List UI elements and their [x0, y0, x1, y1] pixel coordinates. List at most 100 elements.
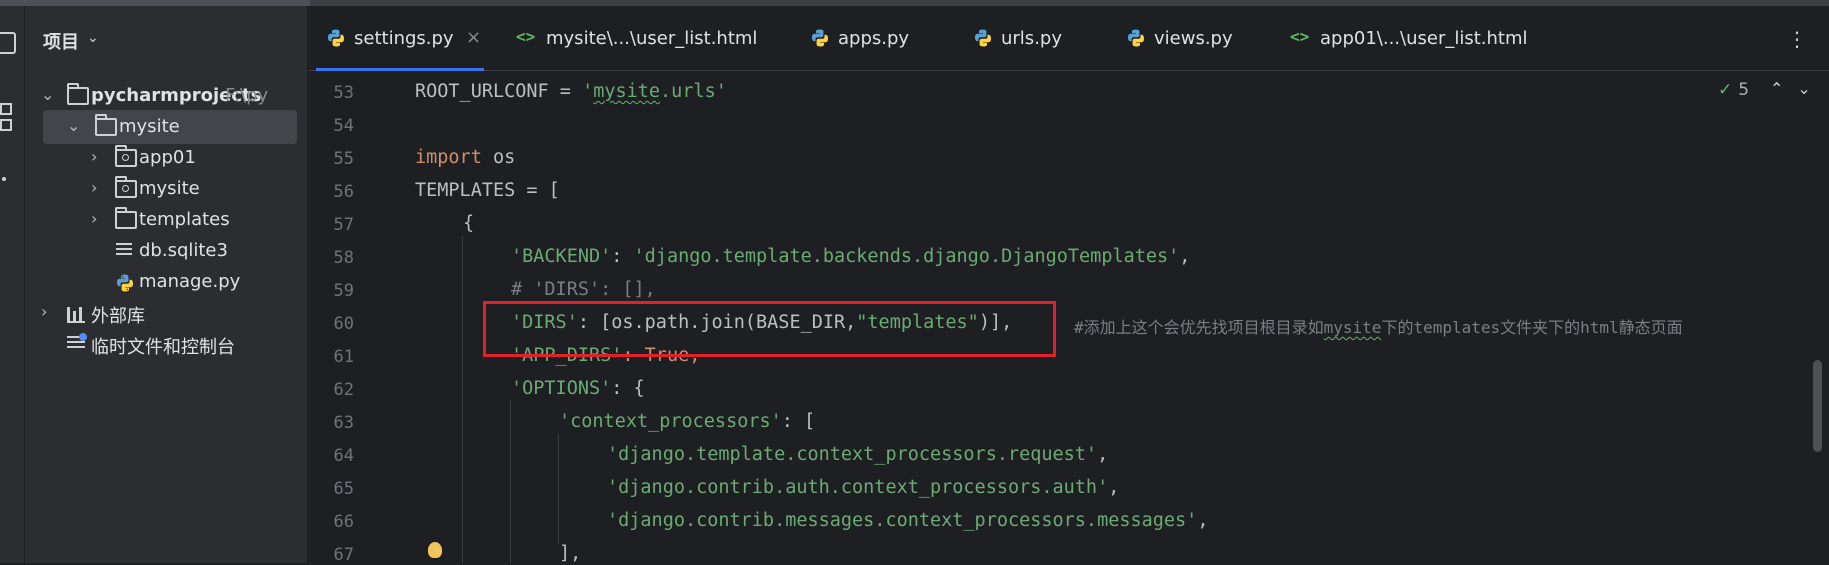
- indent-guide: [510, 400, 511, 563]
- chevron-up-icon[interactable]: ⌃: [1770, 79, 1797, 98]
- code-token: TEMPLATES = [: [415, 180, 560, 201]
- chevron-right-icon[interactable]: ›: [91, 178, 97, 197]
- line-number: 67: [333, 545, 354, 565]
- code-line-62: 'OPTIONS': {: [511, 378, 645, 399]
- tab-mysite-user-list-html[interactable]: <> mysite\...\user_list.html: [516, 6, 757, 70]
- code-token: ,: [1197, 510, 1209, 531]
- more-options-icon[interactable]: ⋮: [1787, 27, 1807, 51]
- line-number: 63: [333, 413, 354, 433]
- python-file-icon: [328, 29, 344, 47]
- tree-item-db-sqlite3[interactable]: db.sqlite3: [25, 234, 307, 268]
- tree-item-manage-py[interactable]: manage.py: [25, 265, 307, 299]
- line-number: 60: [333, 314, 354, 334]
- more-tools-icon[interactable]: [2, 177, 6, 181]
- indent-guide: [558, 434, 559, 544]
- vertical-scrollbar[interactable]: [1813, 360, 1822, 452]
- line-number: 64: [333, 446, 354, 466]
- editor-tabs: settings.py × <> mysite\...\user_list.ht…: [308, 6, 1829, 71]
- code-line-63: 'context_processors': [: [559, 411, 815, 432]
- tree-item-pycharmprojects[interactable]: ⌄ pycharmprojects F:\py: [25, 79, 307, 113]
- code-token: 'OPTIONS': [511, 378, 612, 399]
- folder-icon: [115, 207, 137, 229]
- python-file-icon: [1128, 29, 1144, 47]
- line-number: 59: [333, 281, 354, 301]
- tree-item-app01[interactable]: › app01: [25, 141, 307, 175]
- tree-item-path: F:\py: [225, 85, 269, 106]
- text-file-icon: [116, 243, 132, 257]
- tab-urls-py[interactable]: urls.py: [973, 6, 1083, 70]
- tab-label: apps.py: [838, 28, 910, 49]
- code-line-56: TEMPLATES = [: [415, 180, 560, 201]
- tool-window-bar: [0, 6, 25, 563]
- line-number: 62: [333, 380, 354, 400]
- code-token: 下的templates文件夹下的html静态页面: [1381, 318, 1683, 337]
- code-token: : [: [781, 411, 816, 432]
- code-token: : {: [611, 378, 645, 399]
- tree-item-mysite-root[interactable]: ⌄ mysite: [43, 110, 297, 144]
- package-folder-icon: [115, 176, 137, 198]
- project-tool-icon[interactable]: [0, 32, 16, 54]
- code-token: :: [611, 246, 634, 267]
- code-token: ,: [1179, 246, 1191, 267]
- code-token: mysite: [593, 81, 661, 102]
- chevron-down-icon[interactable]: ⌄: [41, 85, 54, 104]
- html-file-icon: <>: [1290, 27, 1310, 46]
- close-icon[interactable]: ×: [466, 27, 481, 48]
- tree-item-external-libraries[interactable]: › 外部库: [25, 296, 307, 330]
- tree-item-mysite-package[interactable]: › mysite: [25, 172, 307, 206]
- code-line-64: 'django.template.context_processors.requ…: [607, 444, 1108, 465]
- chevron-down-icon[interactable]: ⌄: [1797, 79, 1824, 98]
- code-token: ROOT_URLCONF =: [415, 81, 583, 102]
- code-line-59: # 'DIRS': [],: [511, 279, 656, 300]
- code-token: mysite: [1323, 318, 1382, 337]
- tree-item-label: db.sqlite3: [139, 240, 228, 261]
- project-panel: 项目 ⌄ ⌄ pycharmprojects F:\py ⌄ mysite › …: [25, 6, 307, 563]
- line-number: 53: [333, 83, 354, 103]
- inspection-widget[interactable]: ✓ 5: [1718, 80, 1749, 100]
- tree-item-templates[interactable]: › templates: [25, 203, 307, 237]
- tab-app01-user-list-html[interactable]: <> app01\...\user_list.html: [1290, 6, 1530, 70]
- tab-label: settings.py: [354, 28, 454, 49]
- line-number: 55: [333, 149, 354, 169]
- tab-views-py[interactable]: views.py: [1126, 6, 1246, 70]
- line-number: 61: [333, 347, 354, 367]
- project-panel-title[interactable]: 项目: [43, 28, 79, 54]
- chevron-right-icon[interactable]: ›: [91, 147, 97, 166]
- tree-item-label: 外部库: [91, 306, 145, 327]
- code-token: # 'DIRS': [],: [511, 279, 656, 300]
- code-token: 'BACKEND': [511, 246, 612, 267]
- tree-item-label: manage.py: [139, 271, 241, 292]
- chevron-down-icon[interactable]: ⌄: [67, 116, 80, 135]
- code-token: .urls': [660, 81, 727, 102]
- code-token: ,: [1097, 444, 1109, 465]
- code-token: 'django.contrib.auth.context_processors.…: [607, 477, 1109, 498]
- code-line-66: 'django.contrib.messages.context_process…: [607, 510, 1208, 531]
- tab-label: app01\...\user_list.html: [1320, 28, 1528, 49]
- tab-apps-py[interactable]: apps.py: [810, 6, 930, 70]
- tree-item-scratches[interactable]: 临时文件和控制台: [25, 327, 307, 361]
- indent-guide: [462, 236, 463, 563]
- lightbulb-icon[interactable]: [428, 542, 442, 558]
- code-line-53: ROOT_URLCONF = 'mysite.urls': [415, 81, 727, 102]
- chevron-right-icon[interactable]: ›: [41, 302, 47, 321]
- chevron-right-icon[interactable]: ›: [91, 209, 97, 228]
- structure-tool-icon[interactable]: [0, 103, 12, 115]
- code-token: ': [582, 81, 594, 102]
- chevron-down-icon[interactable]: ⌄: [87, 30, 99, 46]
- highlight-annotation-box: [483, 301, 1056, 357]
- line-number: 54: [333, 116, 354, 136]
- tab-settings-py[interactable]: settings.py ×: [316, 6, 484, 71]
- folder-icon: [95, 114, 117, 136]
- navigate-problems[interactable]: ⌃⌄: [1770, 79, 1825, 98]
- code-token: #添加上这个会优先找项目根目录如: [1074, 318, 1324, 337]
- inspection-count: 5: [1738, 80, 1750, 100]
- scratches-icon: [67, 333, 87, 352]
- tab-label: views.py: [1154, 28, 1233, 49]
- code-token: import: [415, 147, 482, 168]
- python-file-icon: [812, 29, 828, 47]
- line-number: 58: [333, 248, 354, 268]
- line-number: 56: [333, 182, 354, 202]
- code-token: ,: [1108, 477, 1120, 498]
- code-token: 'django.contrib.messages.context_process…: [607, 510, 1198, 531]
- code-token: 'django.template.backends.django.DjangoT…: [633, 246, 1180, 267]
